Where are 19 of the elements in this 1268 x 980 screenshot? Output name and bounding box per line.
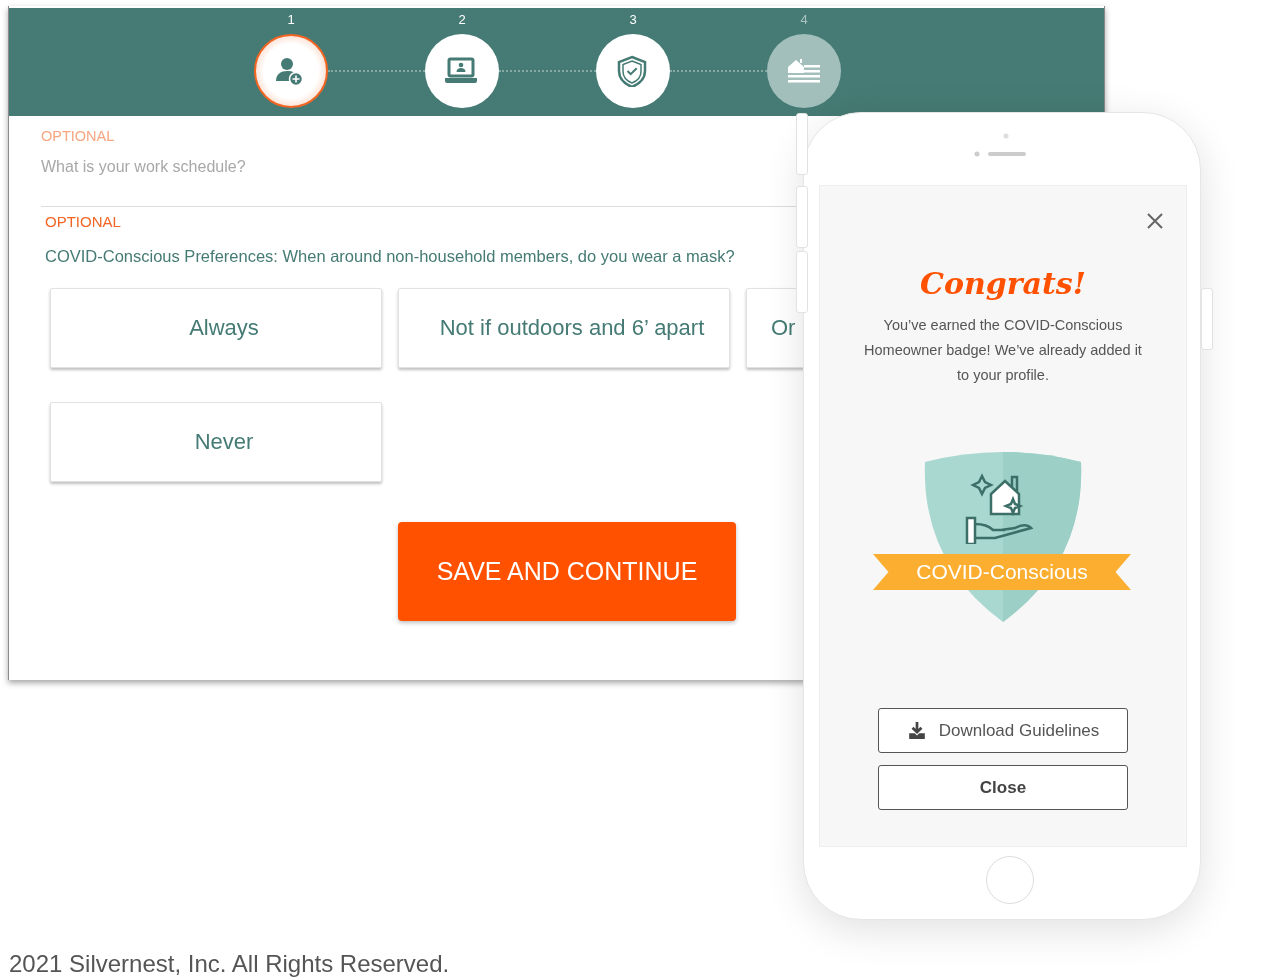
modal-message: You’ve earned the COVID-Conscious Homeowner badge! We’ve already added it to your profile. [863,316,1143,385]
badge-ribbon: COVID-Conscious [873,554,1131,590]
modal-title: Congrats! [920,266,1086,301]
download-guidelines-button[interactable]: Download Guidelines [878,708,1128,753]
question-text: COVID-Conscious Preferences: When around non-household members, do you wear a mask? [45,247,736,266]
optional-label: OPTIONAL [45,213,122,230]
step-number: 4 [800,11,808,29]
optional-label: OPTIONAL [41,128,116,144]
option-button[interactable]: Not if outdoors and 6’ apart [398,288,730,368]
close-button[interactable]: Close [878,765,1128,810]
option-button[interactable]: Never [50,402,382,482]
step-number: 1 [287,11,295,29]
option-button[interactable]: Always [50,288,382,368]
step-number: 2 [458,11,466,29]
save-and-continue-button[interactable]: SAVE AND CONTINUE [398,522,736,621]
copyright-text: 2021 Silvernest, Inc. All Rights Reserved. [9,950,450,977]
download-icon [906,721,927,740]
close-icon [1146,212,1164,230]
step-number: 3 [629,11,637,29]
